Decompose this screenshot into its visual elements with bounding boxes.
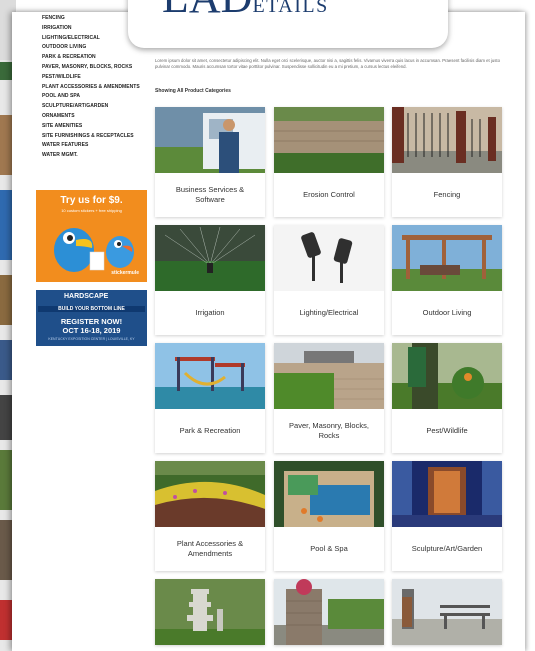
category-label[interactable]: Paver, Masonry, Blocks, Rocks [274, 409, 384, 453]
category-label[interactable]: Irrigation [155, 291, 265, 335]
ad-tagline: BUILD YOUR BOTTOM LINE [38, 306, 145, 312]
sidebar-category-link[interactable]: PEST/WILDLIFE [42, 73, 160, 83]
category-label[interactable]: Erosion Control [274, 173, 384, 217]
category-label[interactable]: Outdoor Living [392, 291, 502, 335]
sidebar-category-link[interactable]: PLANT ACCESSORIES & AMENDMENTS [42, 83, 160, 93]
sidebar-category-link[interactable]: POOL AND SPA [42, 92, 160, 102]
sidebar-category-link[interactable]: ORNAMENTS [42, 112, 160, 122]
site-logo[interactable]: LADETAILS [162, 0, 329, 23]
category-card[interactable]: Business Services & Software [155, 107, 265, 217]
category-label[interactable]: Pest/Wildlife [392, 409, 502, 453]
category-photo[interactable] [155, 107, 265, 173]
category-photo[interactable] [155, 579, 265, 645]
category-card[interactable]: Outdoor Living [392, 225, 502, 335]
logo-main: LAD [162, 0, 252, 22]
toucan-illustration [54, 228, 134, 272]
category-card[interactable] [392, 579, 502, 645]
category-photo[interactable] [392, 343, 502, 409]
category-label[interactable]: Business Services & Software [155, 173, 265, 217]
category-photo[interactable] [274, 461, 384, 527]
intro-paragraph: Lorem ipsum dolor sit amet, consectetur … [155, 58, 501, 69]
sidebar-category-link[interactable]: SCULPTURE/ART/GARDEN [42, 102, 160, 112]
category-card[interactable]: Irrigation [155, 225, 265, 335]
category-card[interactable] [274, 579, 384, 645]
category-card[interactable]: Pest/Wildlife [392, 343, 502, 453]
category-card[interactable]: Erosion Control [274, 107, 384, 217]
sidebar-category-link[interactable]: PARK & RECREATION [42, 53, 160, 63]
category-photo[interactable] [274, 579, 384, 645]
ad-date: OCT 16-18, 2019 [62, 326, 121, 335]
category-label[interactable]: Park & Recreation [155, 409, 265, 453]
category-photo[interactable] [392, 579, 502, 645]
category-card[interactable] [155, 579, 265, 645]
category-photo[interactable] [392, 107, 502, 173]
category-photo[interactable] [392, 461, 502, 527]
category-photo[interactable] [392, 225, 502, 291]
category-label[interactable]: Lighting/Electrical [274, 291, 384, 335]
category-photo[interactable] [274, 225, 384, 291]
category-label[interactable]: Plant Accessories & Amendments [155, 527, 265, 571]
category-card[interactable]: Fencing [392, 107, 502, 217]
category-card[interactable]: Sculpture/Art/Garden [392, 461, 502, 571]
category-card[interactable]: Lighting/Electrical [274, 225, 384, 335]
logo-tab: LADETAILS [128, 0, 448, 48]
sidebar-category-link[interactable]: SITE AMENITIES [42, 122, 160, 132]
category-card[interactable]: Pool & Spa [274, 461, 384, 571]
category-card[interactable]: Park & Recreation [155, 343, 265, 453]
sidebar-category-link[interactable]: PAVER, MASONRY, BLOCKS, ROCKS [42, 63, 160, 73]
sidebar-category-link[interactable]: WATER MGMT. [42, 151, 160, 161]
page-sheet: FENCING IRRIGATION LIGHTING/ELECTRICAL OUTD… [12, 12, 525, 651]
ad-cta: REGISTER NOW! [60, 317, 123, 326]
category-photo[interactable] [155, 343, 265, 409]
ad-location: KENTUCKY EXPOSITION CENTER | LOUISVILLE,… [48, 337, 135, 341]
sidebar-category-link[interactable]: SITE FURNISHINGS & RECEPTACLES [42, 132, 160, 142]
category-label[interactable]: Fencing [392, 173, 502, 217]
category-photo[interactable] [155, 461, 265, 527]
category-photo[interactable] [155, 225, 265, 291]
stickermule-ad[interactable]: Try us for $9. 10 custom stickers + free… [36, 190, 147, 282]
category-card[interactable]: Paver, Masonry, Blocks, Rocks [274, 343, 384, 453]
category-photo[interactable] [274, 107, 384, 173]
hardscape-ad[interactable]: HARDSCAPE BUILD YOUR BOTTOM LINE REGISTE… [36, 290, 147, 346]
category-label[interactable]: Pool & Spa [274, 527, 384, 571]
ad-headline: HARDSCAPE [64, 293, 109, 300]
ad-brand: stickermule [111, 270, 139, 276]
category-card[interactable]: Plant Accessories & Amendments [155, 461, 265, 571]
category-label[interactable]: Sculpture/Art/Garden [392, 527, 502, 571]
category-photo[interactable] [274, 343, 384, 409]
sidebar-category-link[interactable]: WATER FEATURES [42, 141, 160, 151]
showing-label: Showing All Product Categories [155, 88, 231, 94]
logo-sub: ETAILS [252, 0, 329, 17]
